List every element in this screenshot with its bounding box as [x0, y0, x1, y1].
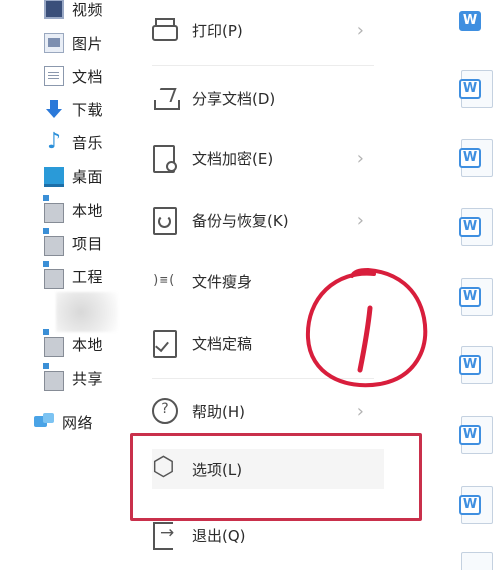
nav-item-music[interactable]: ♪ 音乐: [44, 129, 103, 155]
blurred-thumbnail: [56, 292, 118, 332]
music-icon: ♪: [46, 129, 62, 154]
backup-icon: [152, 206, 178, 235]
wps-document-icon[interactable]: W: [459, 486, 493, 524]
wps-document-icon[interactable]: [459, 552, 493, 570]
documents-icon: [44, 66, 64, 86]
nav-item-label: 桌面: [72, 167, 104, 186]
drive-icon: [43, 363, 64, 391]
nav-item-label: 本地: [72, 335, 104, 354]
menu-item-label: 备份与恢复(K): [192, 211, 289, 230]
nav-item-label: 共享: [72, 369, 104, 388]
chevron-right-icon: ›: [356, 210, 364, 231]
nav-item-label: 网络: [62, 413, 94, 432]
desktop-icon: [44, 167, 64, 187]
file-list-strip: W W W W W W W W: [455, 0, 500, 570]
nav-item-local-disk-2[interactable]: 本地: [43, 329, 104, 357]
network-icon: [34, 412, 54, 432]
drive-icon: [43, 261, 64, 289]
nav-item-local-disk[interactable]: 本地: [43, 195, 104, 223]
printer-icon: [152, 16, 178, 44]
menu-item-label: 分享文档(D): [192, 89, 276, 108]
menu-item-label: 退出(Q): [192, 526, 246, 545]
menu-item-share-document[interactable]: 分享文档(D): [152, 78, 384, 118]
menu-divider: [152, 65, 374, 66]
annotation-number-one: [357, 305, 373, 373]
exit-icon: [152, 521, 178, 550]
nav-item-engineering[interactable]: 工程: [43, 261, 104, 289]
wps-document-icon[interactable]: W: [459, 139, 493, 177]
pictures-icon: [44, 33, 64, 53]
menu-item-encrypt-document[interactable]: 文档加密(E) ›: [152, 138, 384, 178]
options-highlight-box: [130, 433, 422, 521]
wps-document-icon[interactable]: W: [459, 416, 493, 454]
wps-document-icon[interactable]: W: [459, 2, 493, 40]
share-icon: [152, 84, 180, 112]
nav-item-pictures[interactable]: 图片: [44, 30, 103, 56]
nav-item-downloads[interactable]: 下载: [44, 96, 103, 122]
menu-item-exit[interactable]: 退出(Q): [152, 515, 384, 555]
nav-item-label: 视频: [72, 0, 104, 19]
drive-icon: [43, 228, 64, 256]
nav-item-documents[interactable]: 文档: [44, 63, 103, 89]
menu-item-print[interactable]: 打印(P) ›: [152, 10, 384, 50]
step-one-annotation: [305, 267, 428, 388]
download-icon: [44, 99, 64, 119]
nav-item-label: 本地: [72, 201, 104, 220]
menu-item-label: 文档加密(E): [192, 149, 274, 168]
drive-icon: [43, 195, 64, 223]
wps-document-icon[interactable]: W: [459, 278, 493, 316]
wps-document-icon[interactable]: W: [459, 346, 493, 384]
chevron-right-icon: ›: [356, 148, 364, 169]
nav-item-desktop[interactable]: 桌面: [44, 163, 103, 189]
finalize-icon: [152, 329, 178, 358]
lock-document-icon: [152, 144, 178, 173]
menu-item-label: 文档定稿: [192, 334, 253, 353]
nav-item-label: 下载: [72, 100, 104, 119]
menu-item-label: 文件瘦身: [192, 272, 253, 291]
menu-item-label: 帮助(H): [192, 402, 245, 421]
nav-item-network[interactable]: 网络: [34, 409, 93, 435]
menu-item-backup-restore[interactable]: 备份与恢复(K) ›: [152, 200, 384, 240]
wps-document-icon[interactable]: W: [459, 208, 493, 246]
chevron-right-icon: ›: [356, 20, 364, 41]
nav-item-shared[interactable]: 共享: [43, 363, 104, 391]
wps-document-icon[interactable]: W: [459, 70, 493, 108]
nav-item-label: 音乐: [72, 133, 104, 152]
nav-item-label: 图片: [72, 34, 104, 53]
explorer-nav-pane: 视频 图片 文档 下载 ♪ 音乐 桌面 本地 项目 工程 本地 共享 网络: [0, 0, 122, 570]
menu-item-label: 打印(P): [192, 21, 243, 40]
nav-item-label: 文档: [72, 67, 104, 86]
nav-item-label: 工程: [72, 267, 104, 286]
nav-item-projects[interactable]: 项目: [43, 228, 104, 256]
slim-file-icon: )≡(: [152, 273, 176, 288]
help-icon: [152, 397, 178, 425]
drive-icon: [43, 329, 64, 357]
video-icon: [44, 0, 64, 19]
nav-item-label: 项目: [72, 234, 104, 253]
nav-item-videos[interactable]: 视频: [44, 0, 103, 22]
chevron-right-icon: ›: [356, 401, 364, 422]
